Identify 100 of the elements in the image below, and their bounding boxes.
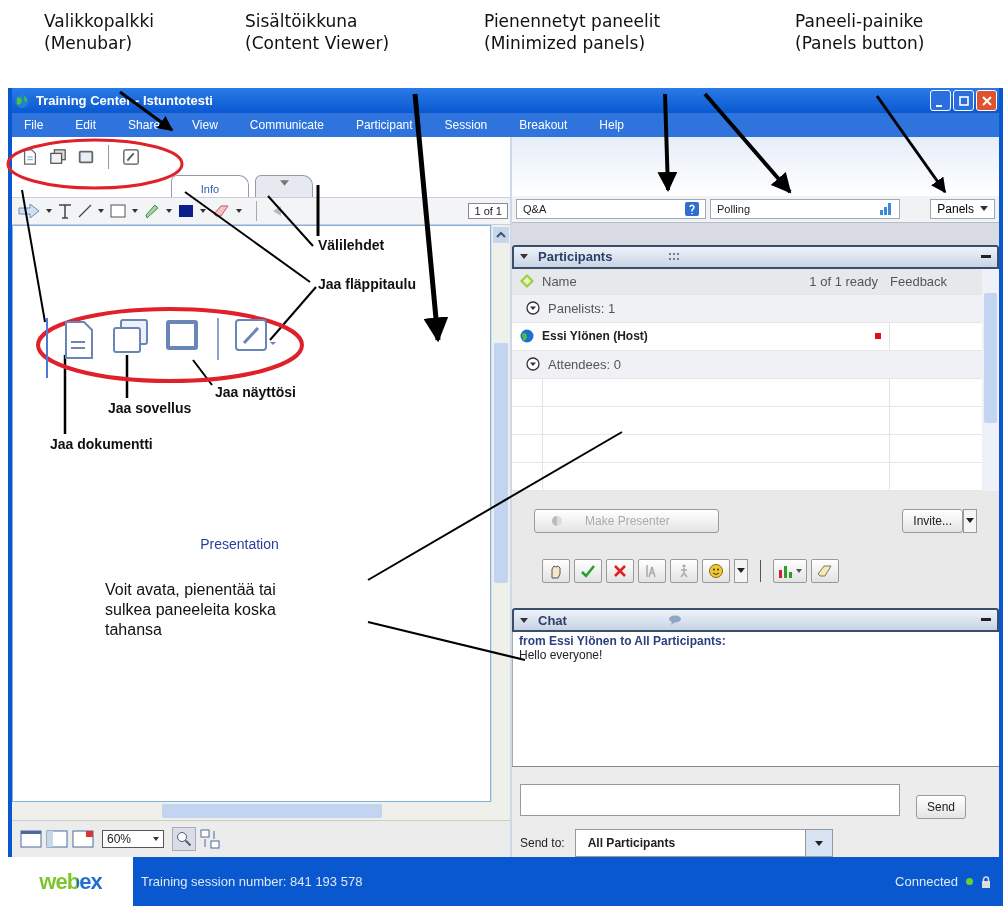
maximize-icon	[958, 95, 969, 106]
column-header: 1 of 1 ready	[809, 273, 879, 289]
maximize-button[interactable]	[953, 90, 974, 111]
caret-icon[interactable]	[200, 209, 206, 213]
leader-line	[269, 286, 317, 341]
cross-icon	[612, 562, 628, 579]
eraser-icon[interactable]	[212, 204, 230, 218]
panels-button[interactable]: Panels	[930, 198, 995, 219]
participant-name[interactable]: Essi Ylönen (Host)	[542, 329, 781, 344]
arrow-tool-icon[interactable]	[18, 204, 40, 218]
windows-icon	[49, 148, 67, 166]
eraser-icon	[817, 563, 833, 578]
callout-label: Välilehdet	[318, 237, 386, 254]
text-tool-icon[interactable]	[58, 203, 72, 219]
leader-line	[316, 185, 320, 236]
menu-item[interactable]: Participant	[345, 118, 435, 132]
callout-label: Paneeli-painike (Panels button)	[795, 10, 925, 54]
lock-icon	[981, 875, 991, 888]
color-swatch-icon[interactable]	[178, 204, 194, 218]
page-indicator: 1 of 1	[468, 203, 508, 219]
question-icon	[685, 201, 699, 216]
send-button[interactable]: Send	[916, 795, 967, 819]
status-square-icon	[875, 333, 881, 340]
send-to-label: Send to:	[520, 836, 565, 850]
zoom-dropdown[interactable]: 60%	[102, 830, 165, 848]
panel-title: Participants	[538, 249, 614, 265]
caret-icon[interactable]	[98, 209, 104, 213]
slow-down-button[interactable]	[638, 558, 666, 583]
expand-toggle-icon[interactable]	[526, 301, 540, 316]
magnifier-icon	[176, 831, 193, 847]
layout-icon[interactable]	[20, 830, 42, 848]
caret-icon	[966, 518, 974, 524]
polling-panel-tab[interactable]: Polling	[710, 198, 900, 219]
callout-label: Valikkopalkki (Menubar)	[44, 10, 154, 54]
half-circle-icon	[551, 514, 563, 527]
callout-label: Voit avata, pienentää tai sulkea paneeleita koska tahansa	[105, 580, 277, 640]
caret-icon[interactable]	[132, 209, 138, 213]
collapse-icon[interactable]	[520, 617, 528, 623]
expand-toggle-icon[interactable]	[526, 357, 540, 372]
menu-item[interactable]: Help	[589, 118, 646, 132]
invite-button[interactable]: Invite...	[902, 508, 963, 533]
panel-label: Polling	[717, 202, 751, 215]
menu-item[interactable]: File	[14, 118, 66, 132]
speed-up-button[interactable]	[670, 558, 698, 583]
grip-icon[interactable]	[668, 252, 680, 262]
menu-item[interactable]: Communicate	[239, 118, 346, 132]
collapse-icon[interactable]	[520, 254, 528, 260]
emoticon-button[interactable]	[702, 558, 730, 583]
document-icon	[21, 148, 39, 166]
callout-label: Jaa sovellus	[108, 400, 193, 417]
panel-label: Q&A	[523, 202, 547, 215]
highlighter-icon[interactable]	[144, 203, 160, 219]
callout-label: Jaa näyttösi	[215, 384, 297, 401]
speech-bubble-icon	[668, 615, 682, 626]
close-icon	[981, 95, 992, 106]
caret-icon	[814, 840, 823, 846]
smiley-icon	[708, 562, 724, 579]
qa-panel-tab[interactable]: Q&A	[516, 198, 706, 219]
chat-input-field[interactable]	[520, 784, 900, 816]
previous-page-icon[interactable]	[273, 206, 281, 216]
minimize-icon[interactable]	[981, 618, 991, 623]
raise-hand-button[interactable]	[542, 558, 570, 583]
caret-icon	[980, 206, 988, 212]
emoticon-menu-button[interactable]	[734, 558, 748, 583]
horizontal-scrollbar[interactable]	[12, 802, 510, 820]
panel-title: Chat	[538, 612, 568, 628]
caret-icon	[737, 568, 745, 574]
column-header[interactable]: Feedback	[886, 268, 982, 294]
zoom-button[interactable]	[172, 827, 197, 851]
caret-icon[interactable]	[236, 209, 242, 213]
minimize-icon[interactable]	[981, 254, 991, 259]
caret-icon[interactable]	[46, 209, 52, 213]
info-tab[interactable]: Info	[171, 175, 249, 197]
leader-line	[125, 355, 129, 398]
menu-item[interactable]: View	[182, 118, 240, 132]
vertical-scrollbar[interactable]	[982, 268, 999, 491]
vertical-scrollbar[interactable]	[491, 225, 510, 802]
eraser-button[interactable]	[811, 558, 839, 583]
layout-icon[interactable]	[72, 830, 94, 848]
line-tool-icon[interactable]	[78, 204, 92, 218]
menu-item[interactable]: Breakout	[509, 118, 590, 132]
invite-menu-button[interactable]	[963, 508, 977, 533]
leader-line	[192, 359, 213, 386]
close-button[interactable]	[976, 90, 997, 111]
monitor-icon	[166, 320, 198, 350]
menu-item[interactable]: Share	[118, 118, 183, 132]
callout-label: Pienennetyt paneelit (Minimized panels)	[484, 10, 661, 54]
yes-button[interactable]	[574, 558, 602, 583]
polling-button[interactable]	[773, 558, 807, 583]
caret-icon	[153, 837, 160, 841]
column-header[interactable]: Name	[542, 273, 810, 289]
recipient-dropdown[interactable]: All Participants	[574, 829, 833, 857]
windows-icon	[113, 319, 148, 353]
no-button[interactable]	[606, 558, 634, 583]
minimize-icon	[935, 104, 942, 107]
callout-label: Jaa fläppitaulu	[318, 276, 418, 293]
minimize-button[interactable]	[930, 90, 951, 111]
menu-item[interactable]: Session	[434, 118, 510, 132]
menu-item[interactable]: Edit	[65, 118, 119, 132]
caret-icon[interactable]	[166, 209, 172, 213]
